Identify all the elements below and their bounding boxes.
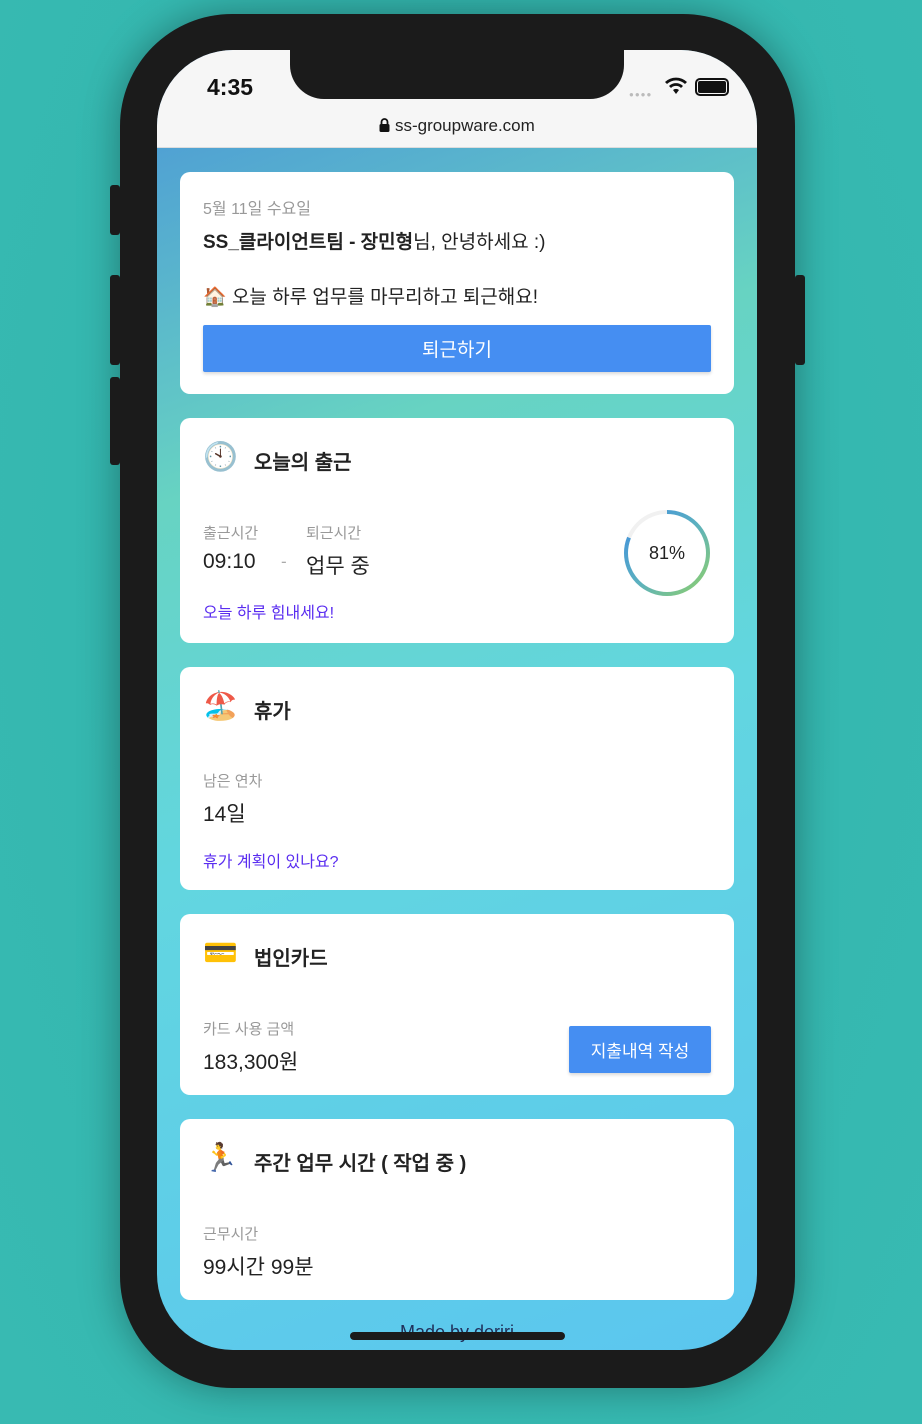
status-time: 4:35 <box>207 74 254 100</box>
beach-icon: 🏖️ <box>203 690 238 721</box>
runner-icon: 🏃 <box>203 1142 238 1173</box>
date-text: 5월 11일 수요일 <box>203 201 311 218</box>
clock-icon: 🕙 <box>203 441 238 472</box>
attendance-title: 오늘의 출근 <box>254 452 352 474</box>
time-separator: - <box>281 552 287 571</box>
team-name: SS_클라이언트팀 - 장민형 <box>203 232 414 253</box>
cheer-link[interactable]: 오늘 하루 힘내세요! <box>203 599 334 623</box>
attendance-card: 🕙 오늘의 출근 출근시간 퇴근시간 09:10 - 업무 중 오늘 하루 힘내… <box>180 418 734 643</box>
corporate-card-card: 💳 법인카드 카드 사용 금액 183,300원 지출내역 작성 <box>180 914 734 1095</box>
checkout-button[interactable]: 퇴근하기 <box>203 325 711 372</box>
checkout-label: 퇴근시간 <box>306 525 362 542</box>
amount-value: 183,300원 <box>203 1051 299 1074</box>
url-text: ss-groupware.com <box>394 116 535 135</box>
checkin-value: 09:10 <box>203 550 256 573</box>
vacation-plan-link[interactable]: 휴가 계획이 있나요? <box>203 848 339 872</box>
corporate-card-title: 법인카드 <box>254 948 328 970</box>
amount-label: 카드 사용 금액 <box>203 1021 295 1038</box>
volume-up-button <box>110 275 120 365</box>
greeting-card: 5월 11일 수요일 SS_클라이언트팀 - 장민형님, 안녕하세요 :) 🏠 … <box>180 172 734 394</box>
progress-label: 81% <box>649 543 685 563</box>
remaining-label: 남은 연차 <box>203 773 263 790</box>
checkin-label: 출근시간 <box>203 525 259 542</box>
signal-dots-icon: ●●●● <box>629 90 653 99</box>
volume-down-button <box>110 377 120 465</box>
remaining-value: 14일 <box>203 803 246 826</box>
vacation-card: 🏖️ 휴가 남은 연차 14일 휴가 계획이 있나요? <box>180 667 734 890</box>
message-text: 오늘 하루 업무를 마무리하고 퇴근해요! <box>231 287 539 308</box>
vacation-title: 휴가 <box>254 701 291 723</box>
power-button <box>795 275 805 365</box>
hours-label: 근무시간 <box>203 1226 259 1243</box>
lock-icon <box>379 118 390 132</box>
credit-card-icon: 💳 <box>203 937 238 968</box>
expense-report-button[interactable]: 지출내역 작성 <box>569 1026 711 1073</box>
wifi-icon <box>665 77 687 94</box>
hours-value: 99시간 99분 <box>203 1256 314 1279</box>
checkout-message: 🏠 오늘 하루 업무를 마무리하고 퇴근해요! <box>203 282 538 309</box>
checkout-value: 업무 중 <box>306 555 370 578</box>
weekly-hours-card: 🏃 주간 업무 시간 ( 작업 중 ) 근무시간 99시간 99분 <box>180 1119 734 1300</box>
greeting-text: SS_클라이언트팀 - 장민형님, 안녕하세요 :) <box>203 227 545 254</box>
progress-ring: 81% <box>624 510 710 596</box>
mute-switch <box>110 185 120 235</box>
weekly-title: 주간 업무 시간 ( 작업 중 ) <box>254 1153 467 1175</box>
house-icon: 🏠 <box>203 287 227 308</box>
phone-screen: 4:35 ●●●● ss-groupware.com 5월 11일 수요일 SS… <box>157 50 757 1350</box>
notch <box>290 50 624 99</box>
greeting-suffix: 님, 안녕하세요 :) <box>413 232 546 253</box>
address-bar[interactable]: ss-groupware.com <box>157 116 757 136</box>
home-indicator[interactable] <box>350 1332 565 1340</box>
battery-icon <box>695 78 729 96</box>
